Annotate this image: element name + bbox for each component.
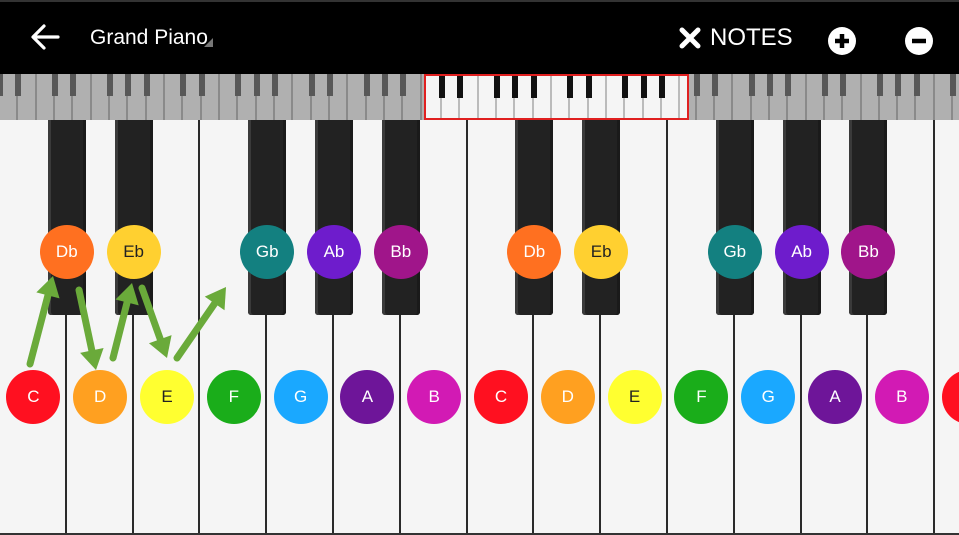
note-label-c: C bbox=[474, 370, 528, 424]
mini-black-key bbox=[308, 74, 315, 96]
note-label-c: C bbox=[6, 370, 61, 424]
note-label-gb: Gb bbox=[707, 225, 762, 279]
black-key[interactable] bbox=[248, 120, 287, 315]
note-label-bb: Bb bbox=[373, 225, 428, 279]
black-key[interactable] bbox=[782, 120, 821, 315]
black-key[interactable] bbox=[381, 120, 420, 315]
mini-black-key bbox=[106, 74, 113, 96]
piano-keyboard[interactable]: CDEFGABCDEFGABCDbEbGbAbBbDbEbGbAbBb bbox=[0, 120, 959, 535]
black-key[interactable] bbox=[515, 120, 554, 315]
mini-black-key bbox=[821, 74, 828, 96]
note-label-f: F bbox=[206, 370, 261, 424]
note-label-db: Db bbox=[39, 225, 94, 279]
mini-black-key bbox=[51, 74, 58, 96]
visible-range-window[interactable] bbox=[424, 74, 689, 120]
minus-circle-icon[interactable] bbox=[905, 27, 933, 55]
mini-black-key bbox=[711, 74, 718, 96]
mini-black-key bbox=[785, 74, 792, 96]
mini-black-key bbox=[640, 76, 647, 98]
note-label-ab: Ab bbox=[307, 225, 361, 279]
mini-black-key bbox=[381, 74, 388, 96]
arrow-left-icon[interactable] bbox=[28, 20, 62, 54]
note-label-bb: Bb bbox=[841, 225, 896, 279]
mini-black-key bbox=[622, 76, 629, 98]
mini-black-key bbox=[438, 76, 445, 98]
mini-black-key bbox=[748, 74, 755, 96]
close-x-icon bbox=[679, 27, 701, 49]
white-key[interactable] bbox=[935, 120, 959, 533]
mini-black-key bbox=[512, 76, 519, 98]
black-key[interactable] bbox=[715, 120, 754, 315]
black-key[interactable] bbox=[849, 120, 888, 315]
black-key[interactable] bbox=[315, 120, 353, 315]
notes-label: NOTES bbox=[710, 24, 793, 51]
mini-black-key bbox=[530, 76, 537, 98]
mini-black-key bbox=[950, 74, 957, 96]
note-label-b: B bbox=[874, 370, 929, 424]
notes-toggle-button[interactable]: NOTES bbox=[678, 24, 793, 52]
note-label-d: D bbox=[73, 370, 128, 424]
mini-black-key bbox=[326, 74, 333, 96]
note-label-ab: Ab bbox=[774, 225, 829, 279]
mini-black-key bbox=[180, 74, 187, 96]
mini-black-key bbox=[143, 74, 150, 96]
mini-black-key bbox=[567, 76, 574, 98]
mini-black-key bbox=[457, 76, 464, 98]
mini-black-key bbox=[658, 76, 665, 98]
mini-black-key bbox=[271, 74, 278, 96]
note-label-a: A bbox=[808, 370, 862, 424]
mini-black-key bbox=[585, 76, 592, 98]
mini-black-key bbox=[15, 74, 22, 96]
mini-black-key bbox=[400, 74, 407, 96]
mini-keyboard-navigator[interactable] bbox=[0, 74, 959, 120]
black-key[interactable] bbox=[582, 120, 621, 315]
mini-black-key bbox=[363, 74, 370, 96]
note-label-e: E bbox=[140, 370, 194, 424]
mini-black-key bbox=[493, 76, 500, 98]
plus-circle-icon[interactable] bbox=[828, 27, 856, 55]
mini-black-key bbox=[840, 74, 847, 96]
mini-black-key bbox=[235, 74, 242, 96]
black-key[interactable] bbox=[114, 120, 153, 315]
mini-black-key bbox=[693, 74, 700, 96]
note-label-e: E bbox=[607, 370, 662, 424]
note-label-eb: Eb bbox=[574, 225, 629, 279]
instrument-title[interactable]: Grand Piano bbox=[90, 26, 208, 50]
note-label-db: Db bbox=[507, 225, 562, 279]
mini-black-key bbox=[253, 74, 260, 96]
mini-black-key bbox=[913, 74, 920, 96]
note-label-b: B bbox=[407, 370, 462, 424]
note-label-eb: Eb bbox=[106, 225, 161, 279]
mini-black-key bbox=[876, 74, 883, 96]
note-label-a: A bbox=[340, 370, 395, 424]
dropdown-corner-icon[interactable] bbox=[204, 38, 213, 47]
mini-black-key bbox=[0, 74, 3, 96]
note-label-g: G bbox=[273, 370, 328, 424]
top-bar: Grand Piano NOTES bbox=[0, 0, 959, 74]
black-key[interactable] bbox=[47, 120, 86, 315]
note-label-g: G bbox=[741, 370, 796, 424]
mini-white-key bbox=[680, 76, 687, 118]
note-label-f: F bbox=[674, 370, 729, 424]
note-label-gb: Gb bbox=[240, 225, 295, 279]
note-label-d: D bbox=[540, 370, 595, 424]
mini-black-key bbox=[766, 74, 773, 96]
mini-black-key bbox=[125, 74, 132, 96]
mini-black-key bbox=[70, 74, 77, 96]
mini-black-key bbox=[895, 74, 902, 96]
mini-black-key bbox=[198, 74, 205, 96]
